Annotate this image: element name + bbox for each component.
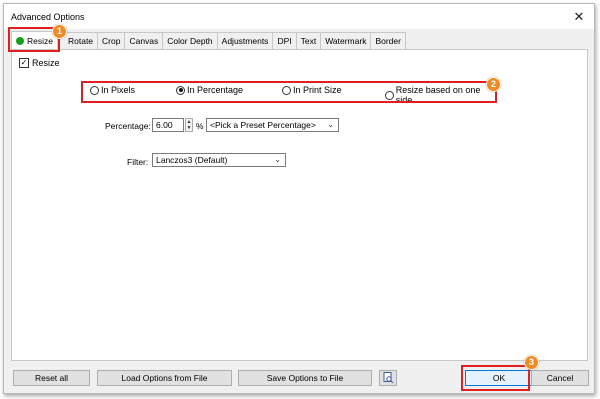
callout-badge-3: 3 bbox=[524, 355, 539, 370]
document-search-icon bbox=[383, 372, 393, 384]
tab-label: DPI bbox=[277, 36, 292, 46]
callout-badge-2: 2 bbox=[486, 77, 501, 92]
tab-color-depth[interactable]: Color Depth bbox=[163, 32, 218, 50]
load-options-button[interactable]: Load Options from File bbox=[97, 370, 232, 386]
tab-label: Canvas bbox=[129, 36, 159, 46]
tab-canvas[interactable]: Canvas bbox=[125, 32, 164, 50]
percentage-label: Percentage: bbox=[105, 121, 151, 131]
tab-border[interactable]: Border bbox=[371, 32, 406, 50]
tab-label: Watermark bbox=[325, 36, 367, 46]
resize-checkbox[interactable]: ✓ bbox=[19, 58, 29, 68]
browse-options-button[interactable] bbox=[379, 370, 397, 386]
filter-dropdown-value: Lanczos3 (Default) bbox=[156, 155, 228, 165]
filter-label: Filter: bbox=[127, 157, 149, 167]
tab-crop[interactable]: Crop bbox=[98, 32, 126, 50]
filter-dropdown[interactable]: Lanczos3 (Default) ⌄ bbox=[152, 153, 286, 167]
tab-strip: Resize Rotate Crop Canvas Color Depth Ad… bbox=[11, 31, 406, 50]
save-options-button[interactable]: Save Options to File bbox=[238, 370, 372, 386]
dialog-title: Advanced Options bbox=[11, 12, 85, 22]
tab-text[interactable]: Text bbox=[296, 32, 322, 50]
tab-watermark[interactable]: Watermark bbox=[321, 32, 372, 50]
callout-box-ok bbox=[461, 365, 530, 391]
tab-label: Adjustments bbox=[221, 36, 269, 46]
cancel-button[interactable]: Cancel bbox=[531, 370, 589, 386]
percent-sign: % bbox=[196, 121, 204, 131]
tab-label: Color Depth bbox=[167, 36, 213, 46]
resize-checkbox-label: Resize bbox=[32, 58, 60, 68]
chevron-down-icon: ⌄ bbox=[274, 155, 281, 164]
callout-box-radio-options bbox=[81, 81, 497, 103]
tab-label: Border bbox=[375, 36, 401, 46]
reset-all-button[interactable]: Reset all bbox=[13, 370, 90, 386]
chevron-down-icon: ⌄ bbox=[327, 120, 334, 129]
preset-percentage-dropdown[interactable]: <Pick a Preset Percentage> ⌄ bbox=[206, 118, 339, 132]
callout-badge-1: 1 bbox=[52, 24, 67, 39]
tab-label: Rotate bbox=[67, 36, 94, 46]
resize-checkbox-row[interactable]: ✓ Resize bbox=[19, 58, 60, 68]
tab-dpi[interactable]: DPI bbox=[273, 32, 297, 50]
tab-label: Text bbox=[300, 36, 317, 46]
percentage-spinner[interactable]: ▲ ▼ bbox=[185, 118, 193, 132]
close-icon[interactable]: ✕ bbox=[570, 8, 588, 26]
title-bar: Advanced Options ✕ bbox=[4, 4, 594, 29]
tab-label: Crop bbox=[102, 36, 121, 46]
percentage-input[interactable]: 6.00 bbox=[152, 118, 184, 132]
preset-dropdown-value: <Pick a Preset Percentage> bbox=[210, 120, 316, 130]
tab-adjustments[interactable]: Adjustments bbox=[217, 32, 274, 50]
